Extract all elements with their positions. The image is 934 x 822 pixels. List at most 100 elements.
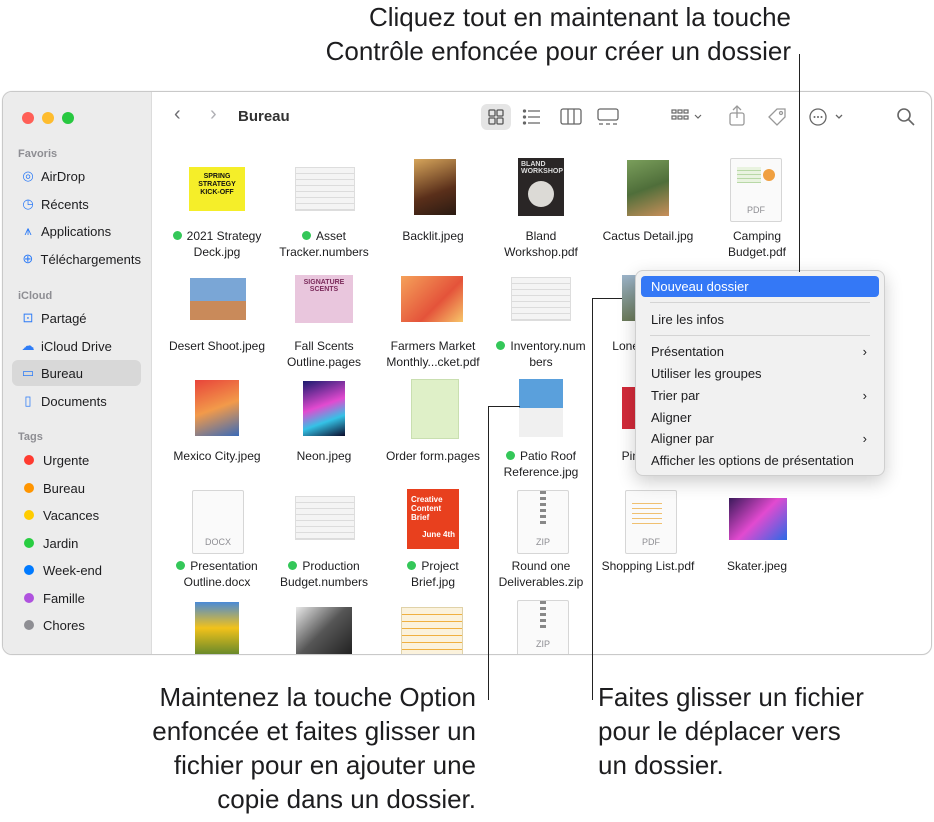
file-thumbnail[interactable] [411,379,459,439]
leader-line [592,298,622,299]
sidebar-item-label: Applications [41,223,112,239]
desktop-icon: ▭ [21,365,35,380]
sidebar-item-desktop[interactable]: ▭ Bureau [12,360,141,386]
file-thumbnail[interactable]: ZIP [517,600,569,654]
file-name: Desert Shoot.jpeg [168,339,266,353]
tag-icon[interactable] [766,106,788,128]
file-thumbnail[interactable] [519,379,563,437]
tag-color-dot [24,455,34,465]
file-item[interactable]: Backlit.jpeg [376,228,490,244]
file-name: Mexico City.jpeg [173,449,261,463]
file-item[interactable]: Presentation Outline.docx [160,558,274,590]
file-item[interactable]: Production Budget.numbers [267,558,381,590]
file-thumbnail[interactable]: PDF [625,490,677,554]
menu-item-align-by[interactable]: Aligner par › [641,428,879,449]
file-thumbnail[interactable]: DOCX [192,490,244,554]
sidebar-item-icloud-drive[interactable]: ☁ iCloud Drive [12,333,141,359]
sidebar-tag-urgente[interactable]: Urgente [12,447,141,473]
file-thumbnail[interactable]: SIGNATURE SCENTS [295,275,353,323]
search-icon[interactable] [896,107,916,127]
column-view-icon[interactable] [560,107,582,127]
file-item[interactable]: Farmers Market Monthly...cket.pdf [376,338,490,370]
file-item[interactable]: Skater.jpeg [700,558,814,574]
file-item[interactable]: Round one Deliverables.zip [484,558,598,590]
menu-item-use-groups[interactable]: Utiliser les groupes [641,363,879,384]
file-thumbnail[interactable] [295,167,355,211]
tag-dot [288,561,298,570]
menu-item-view-options[interactable]: Afficher les options de présentation [641,450,879,471]
forward-chevron-icon[interactable]: › [210,103,217,126]
menu-item-align[interactable]: Aligner [641,407,879,428]
file-item[interactable]: Mexico City.jpeg [160,448,274,464]
file-thumbnail[interactable] [511,277,571,321]
file-thumbnail[interactable] [303,381,345,436]
file-item[interactable]: Neon.jpeg [267,448,381,464]
list-view-icon[interactable] [522,107,542,127]
file-thumbnail[interactable] [295,496,355,540]
menu-item-new-folder[interactable]: Nouveau dossier [641,276,879,297]
file-thumbnail[interactable] [195,380,239,436]
leader-line [488,406,520,407]
menu-item-sort-by[interactable]: Trier par › [641,385,879,406]
applications-icon: ⩚ [24,223,32,238]
file-item[interactable]: Desert Shoot.jpeg [160,338,274,354]
zoom-button[interactable] [62,112,74,124]
sidebar-item-downloads[interactable]: ⊕ Téléchargements [12,246,141,272]
sidebar-tag-famille[interactable]: Famille [12,585,141,611]
sidebar-item-recents[interactable]: ◷ Récents [12,191,141,217]
file-thumbnail[interactable] [190,278,246,320]
file-name: Round one [511,559,571,573]
sidebar-header-icloud: iCloud [18,290,53,302]
file-thumbnail[interactable] [627,160,669,216]
tag-dot [505,451,515,460]
menu-item-presentation[interactable]: Présentation › [641,341,879,362]
file-thumbnail[interactable]: SPRING STRATEGY KICK-OFF [189,167,245,211]
file-item[interactable]: Project Brief.jpg [376,558,490,590]
file-thumbnail[interactable] [414,159,456,215]
more-actions-icon[interactable] [808,107,848,127]
file-name: Camping [732,229,782,243]
file-thumbnail[interactable]: Creative Content Brief June 4th [407,489,459,549]
file-item[interactable]: Camping Budget.pdf [700,228,814,260]
file-thumbnail[interactable] [729,498,787,540]
file-name: Project [376,558,490,574]
file-name: Skater.jpeg [726,559,788,573]
minimize-button[interactable] [42,112,54,124]
icon-view-button[interactable] [481,104,511,130]
sidebar-tag-weekend[interactable]: Week-end [12,557,141,583]
file-thumbnail[interactable] [401,607,463,654]
file-thumbnail[interactable]: BLAND WORKSHOP [518,158,564,216]
file-thumbnail[interactable] [195,602,239,654]
chevron-right-icon: › [862,431,867,446]
back-chevron-icon[interactable]: ‹ [174,103,181,126]
group-by-icon[interactable] [670,107,704,127]
file-thumbnail[interactable]: ZIP [517,490,569,554]
sidebar-tag-vacances[interactable]: Vacances [12,502,141,528]
file-item[interactable]: Order form.pages [376,448,490,464]
gallery-view-icon[interactable] [597,107,619,127]
sidebar-tag-chores[interactable]: Chores [12,612,141,638]
file-item[interactable]: 2021 Strategy Deck.jpg [160,228,274,260]
file-thumbnail[interactable]: PDF [730,158,782,222]
sidebar-item-shared[interactable]: ⊡ Partagé [12,305,141,331]
sidebar-item-applications[interactable]: ⩚ Applications [12,218,141,244]
sidebar-item-label: Chores [43,617,85,633]
file-item[interactable]: Fall Scents Outline.pages [267,338,381,370]
menu-item-get-info[interactable]: Lire les infos [641,309,879,330]
sidebar-tag-jardin[interactable]: Jardin [12,530,141,556]
file-name: Deck.jpg [193,245,241,259]
file-item[interactable]: Bland Workshop.pdf [484,228,598,260]
sidebar-item-airdrop[interactable]: ◎ AirDrop [12,163,141,189]
file-item[interactable]: Cactus Detail.jpg [591,228,705,244]
file-item[interactable]: Asset Tracker.numbers [267,228,381,260]
file-item[interactable]: Pin [579,448,639,464]
close-button[interactable] [22,112,34,124]
share-icon[interactable] [728,105,746,127]
file-thumbnail[interactable] [401,276,463,322]
sidebar-item-label: Bureau [43,480,85,496]
file-item[interactable]: Shopping List.pdf [591,558,705,574]
file-thumbnail[interactable] [296,607,352,654]
sidebar-tag-bureau[interactable]: Bureau [12,475,141,501]
file-item[interactable]: Lone [579,338,639,354]
sidebar-item-documents[interactable]: ▯ Documents [12,388,141,414]
